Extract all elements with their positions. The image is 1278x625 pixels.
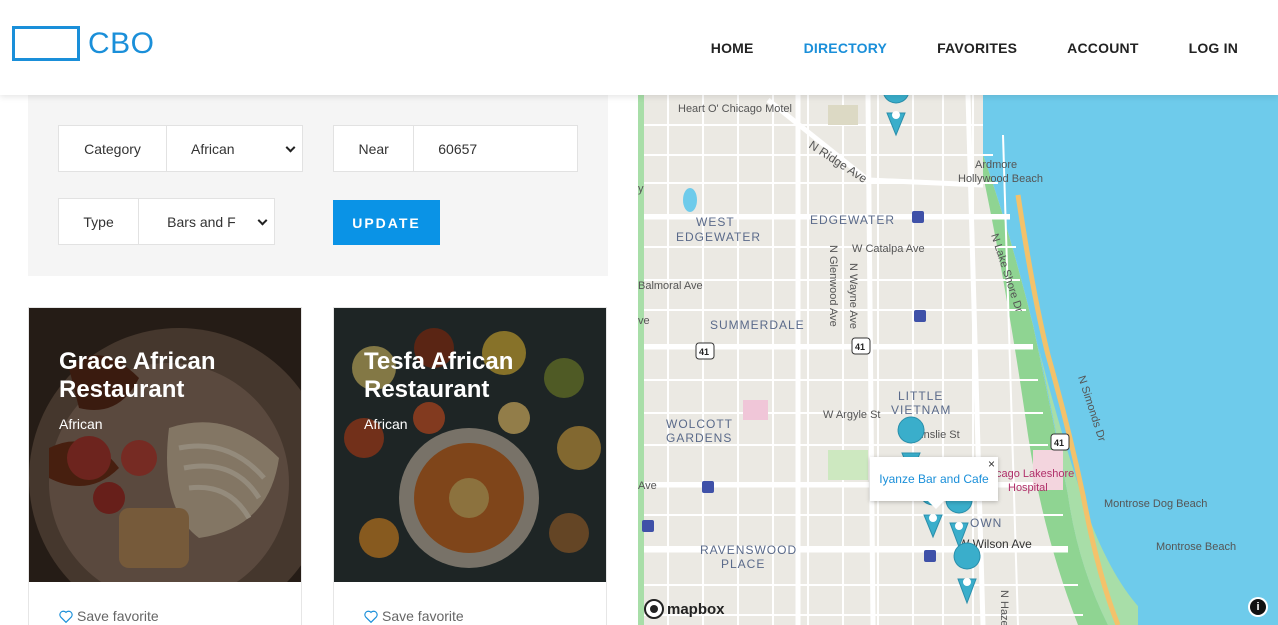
map[interactable]: Heart O' Chicago Motel N Ridge Ave EDGEW… bbox=[638, 95, 1278, 625]
nav-directory[interactable]: DIRECTORY bbox=[804, 40, 887, 56]
attribution-info-button[interactable]: i bbox=[1248, 597, 1268, 617]
save-favorite-button[interactable]: Save favorite bbox=[59, 608, 159, 624]
map-label: W Catalpa Ave bbox=[852, 243, 925, 255]
chevron-down-icon bbox=[285, 142, 296, 153]
highway-shield: 41 bbox=[699, 347, 709, 357]
map-label: WEST bbox=[696, 215, 735, 229]
type-select[interactable]: Bars and F bbox=[139, 199, 274, 244]
map-label: RAVENSWOOD bbox=[700, 543, 797, 557]
chevron-down-icon bbox=[257, 215, 268, 226]
map-label: SUMMERDALE bbox=[710, 318, 805, 332]
type-filter: Type Bars and F bbox=[58, 198, 275, 245]
map-label: Balmoral Ave bbox=[638, 280, 703, 292]
map-label: W Argyle St bbox=[823, 409, 880, 421]
map-label: N Glenwood Ave bbox=[827, 245, 839, 327]
map-label: EDGEWATER bbox=[810, 213, 895, 227]
near-input[interactable]: 60657 bbox=[414, 126, 577, 171]
logo-text: CBO bbox=[88, 26, 155, 60]
map-popup[interactable]: Iyanze Bar and Cafe × bbox=[870, 457, 998, 509]
listing-card[interactable]: Grace African Restaurant African Save fa… bbox=[28, 307, 302, 625]
close-icon[interactable]: × bbox=[988, 457, 995, 471]
map-label: Hollywood Beach bbox=[958, 173, 1043, 185]
save-favorite-label: Save favorite bbox=[77, 608, 159, 624]
main-nav: HOME DIRECTORY FAVORITES ACCOUNT LOG IN bbox=[711, 40, 1238, 56]
map-label: cago Lakeshore bbox=[996, 468, 1074, 480]
listing-title[interactable]: Grace African Restaurant bbox=[59, 348, 279, 404]
map-label: LITTLE bbox=[898, 389, 943, 403]
mapbox-icon bbox=[644, 599, 664, 619]
type-value: Bars and F bbox=[167, 213, 236, 230]
near-label: Near bbox=[334, 126, 415, 171]
heart-icon bbox=[364, 610, 378, 623]
map-label: Montrose Dog Beach bbox=[1104, 498, 1207, 510]
category-value: African bbox=[191, 140, 235, 157]
category-label: Category bbox=[59, 126, 168, 171]
map-label: Heart O' Chicago Motel bbox=[678, 103, 792, 115]
update-button[interactable]: UPDATE bbox=[333, 200, 440, 245]
save-favorite-button[interactable]: Save favorite bbox=[364, 608, 464, 624]
map-label: Hospital bbox=[1008, 482, 1048, 494]
map-label: WOLCOTT bbox=[666, 417, 733, 431]
nav-log-in[interactable]: LOG IN bbox=[1189, 40, 1238, 56]
category-filter: Category African bbox=[58, 125, 303, 172]
near-filter: Near 60657 bbox=[333, 125, 578, 172]
type-label: Type bbox=[59, 199, 140, 244]
nav-account[interactable]: ACCOUNT bbox=[1067, 40, 1138, 56]
map-label: EDGEWATER bbox=[676, 230, 761, 244]
map-canvas[interactable]: Heart O' Chicago Motel N Ridge Ave EDGEW… bbox=[638, 95, 1278, 625]
map-label: N Wayne Ave bbox=[847, 263, 859, 329]
highway-shield: 41 bbox=[855, 342, 865, 352]
near-value: 60657 bbox=[438, 140, 478, 157]
popup-title[interactable]: Iyanze Bar and Cafe bbox=[879, 472, 988, 486]
map-label: OWN bbox=[970, 516, 1002, 530]
map-label: Ave bbox=[638, 480, 657, 492]
site-header: CBO HOME DIRECTORY FAVORITES ACCOUNT LOG… bbox=[0, 0, 1278, 95]
map-label: y bbox=[638, 183, 644, 195]
map-label: VIETNAM bbox=[891, 403, 951, 417]
mapbox-logo[interactable]: mapbox bbox=[644, 599, 725, 619]
map-label: N Hazel bbox=[998, 590, 1010, 625]
highway-shield: 41 bbox=[1054, 438, 1064, 448]
info-icon: i bbox=[1250, 599, 1266, 615]
directory-panel: Category African Near 60657 Type Bars an… bbox=[0, 95, 638, 625]
map-label: Ardmore bbox=[975, 159, 1017, 171]
map-label: GARDENS bbox=[666, 431, 732, 445]
listing-title[interactable]: Tesfa African Restaurant bbox=[364, 348, 584, 404]
heart-icon bbox=[59, 610, 73, 623]
category-select[interactable]: African bbox=[167, 126, 302, 171]
nav-favorites[interactable]: FAVORITES bbox=[937, 40, 1017, 56]
listing-category: African bbox=[364, 416, 408, 432]
save-favorite-label: Save favorite bbox=[382, 608, 464, 624]
listing-category: African bbox=[59, 416, 103, 432]
map-label: PLACE bbox=[721, 557, 765, 571]
logo-mark bbox=[12, 26, 80, 61]
filter-panel: Category African Near 60657 Type Bars an… bbox=[28, 95, 608, 276]
map-label: ve bbox=[638, 315, 650, 327]
listing-card[interactable]: Tesfa African Restaurant African Save fa… bbox=[333, 307, 607, 625]
mapbox-label: mapbox bbox=[667, 600, 725, 618]
nav-home[interactable]: HOME bbox=[711, 40, 754, 56]
map-label: Montrose Beach bbox=[1156, 541, 1236, 553]
logo[interactable]: CBO bbox=[12, 26, 155, 61]
